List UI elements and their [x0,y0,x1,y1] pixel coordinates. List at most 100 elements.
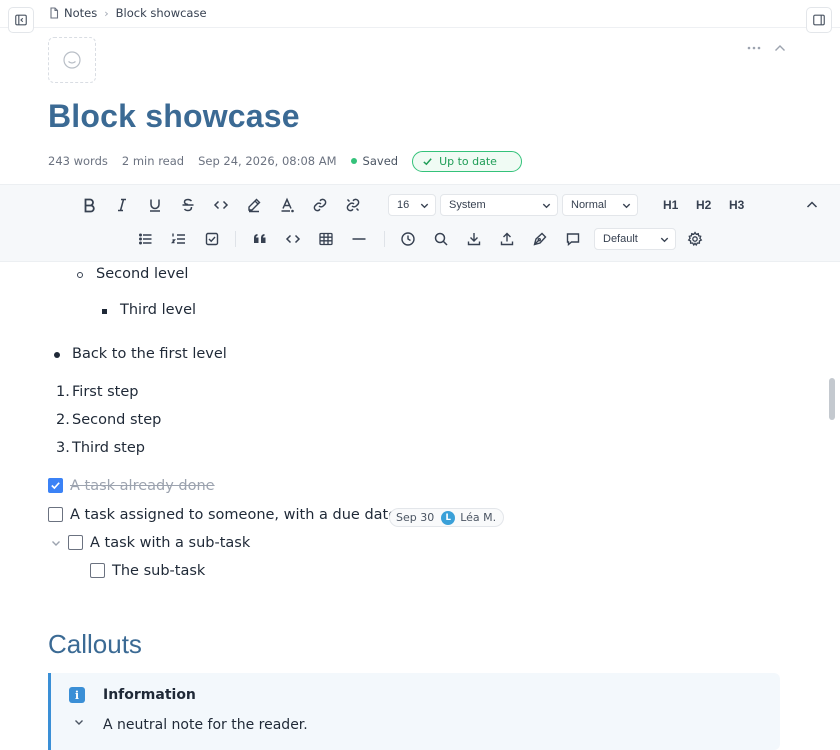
task-checkbox[interactable] [68,535,83,550]
editor-content[interactable]: Second level Third level Back to the fir… [0,262,840,750]
code-block-button[interactable] [282,228,304,250]
chevron-down-icon[interactable] [73,716,85,728]
horizontal-rule-button[interactable] [348,228,370,250]
italic-button[interactable] [111,194,133,216]
saved-label: Saved [362,154,399,168]
font-size-select[interactable]: 16 [388,194,436,216]
status-badge: Up to date [412,150,522,172]
task-checkbox[interactable] [90,563,105,578]
saved-dot-icon [350,158,357,164]
history-button[interactable] [397,228,419,250]
highlight-button[interactable] [243,194,265,216]
theme-value: Default [603,233,638,245]
block-style-value: Normal [571,199,607,211]
avatar: L [441,510,456,525]
toolbar-divider [384,231,385,247]
heading-2-button[interactable]: H2 [696,198,711,212]
unlink-button[interactable] [342,194,364,216]
task-checkbox[interactable] [48,507,63,522]
task-item[interactable]: The sub-task [112,563,205,579]
list-item[interactable]: Back to the first level [72,346,227,362]
sidebar-left-icon [15,14,27,26]
task-item-done[interactable]: A task already done [70,478,215,494]
chevron-down-icon [622,203,631,209]
task-due-chip[interactable]: Sep 30 L Léa M. [389,508,505,527]
pen-nib-icon [533,232,547,246]
callout-info[interactable]: i Information A neutral note for the rea… [48,673,780,750]
chevron-down-icon [542,203,551,209]
top-bar: Notes › Block showcase [0,0,840,33]
strikethrough-icon [182,198,194,212]
scrollbar-thumb[interactable] [829,378,835,420]
horizontal-rule-icon [352,238,366,240]
underline-button[interactable] [144,194,166,216]
list-item[interactable]: Second step [72,412,161,428]
underline-icon [150,199,160,212]
bullet-list-button[interactable] [135,228,157,250]
list-number: 3. [56,440,70,456]
bullet-marker [54,352,60,358]
task-item[interactable]: A task with a sub-task [90,535,250,551]
more-options-icon[interactable] [745,41,763,55]
share-button[interactable] [496,228,518,250]
chevron-up-icon[interactable] [772,41,788,55]
chevron-down-icon[interactable] [50,537,62,549]
breadcrumb: Notes › Block showcase [48,5,207,21]
block-style-select[interactable]: Normal [562,194,638,216]
heading-1-button[interactable]: H1 [663,198,678,212]
font-family-value: System [449,199,486,211]
link-button[interactable] [309,194,331,216]
callout-title[interactable]: Information [103,687,196,703]
last-edited: Sep 24, 2026, 08:08 AM [198,154,337,168]
page-meta: 243 words 2 min read Sep 24, 2026, 08:08… [48,150,522,172]
settings-button[interactable] [684,228,706,250]
font-family-select[interactable]: System [440,194,558,216]
check-icon [51,482,60,490]
list-item[interactable]: Third step [72,440,145,456]
unlink-icon [346,198,360,212]
table-button[interactable] [315,228,337,250]
breadcrumb-current[interactable]: Block showcase [116,6,207,20]
task-checkbox-checked[interactable] [48,478,63,493]
task-due-date: Sep 30 [396,511,435,524]
breadcrumb-root[interactable]: Notes [64,6,97,20]
callout-body[interactable]: A neutral note for the reader. [103,717,308,733]
download-button[interactable] [463,228,485,250]
toggle-right-sidebar-button[interactable] [806,7,832,33]
smile-icon [63,51,81,69]
bold-button[interactable] [78,194,100,216]
page-title[interactable]: Block showcase [48,98,300,135]
formatting-toolbar: 16 System Normal H1 H2 H3 Default [0,184,840,262]
clock-icon [401,232,415,246]
ordered-list-button[interactable] [168,228,190,250]
strikethrough-button[interactable] [177,194,199,216]
blockquote-button[interactable] [249,228,271,250]
link-icon [313,198,327,212]
font-size-value: 16 [397,199,410,211]
collapse-toolbar-button[interactable] [801,194,823,216]
italic-icon [118,198,126,212]
toggle-left-sidebar-button[interactable] [8,7,34,33]
word-count: 243 words [48,154,108,168]
list-item[interactable]: Second level [96,266,188,282]
task-item[interactable]: A task assigned to someone, with a due d… [70,507,397,523]
draw-button[interactable] [529,228,551,250]
task-list-button[interactable] [201,228,223,250]
heading-3-button[interactable]: H3 [729,198,744,212]
search-icon [434,232,448,246]
text-color-button[interactable] [276,194,298,216]
chevron-down-icon [420,203,429,209]
section-heading[interactable]: Callouts [48,629,142,660]
font-color-icon [281,197,294,213]
info-icon: i [69,687,85,703]
list-item[interactable]: Third level [120,302,196,318]
page-icon-picker[interactable] [48,37,96,83]
theme-select[interactable]: Default [594,228,676,250]
list-item[interactable]: First step [72,384,139,400]
bullet-list-icon [139,233,152,245]
bullet-marker [77,272,83,278]
comment-button[interactable] [562,228,584,250]
search-button[interactable] [430,228,452,250]
inline-code-button[interactable] [210,194,232,216]
ordered-list-icon [171,233,185,244]
